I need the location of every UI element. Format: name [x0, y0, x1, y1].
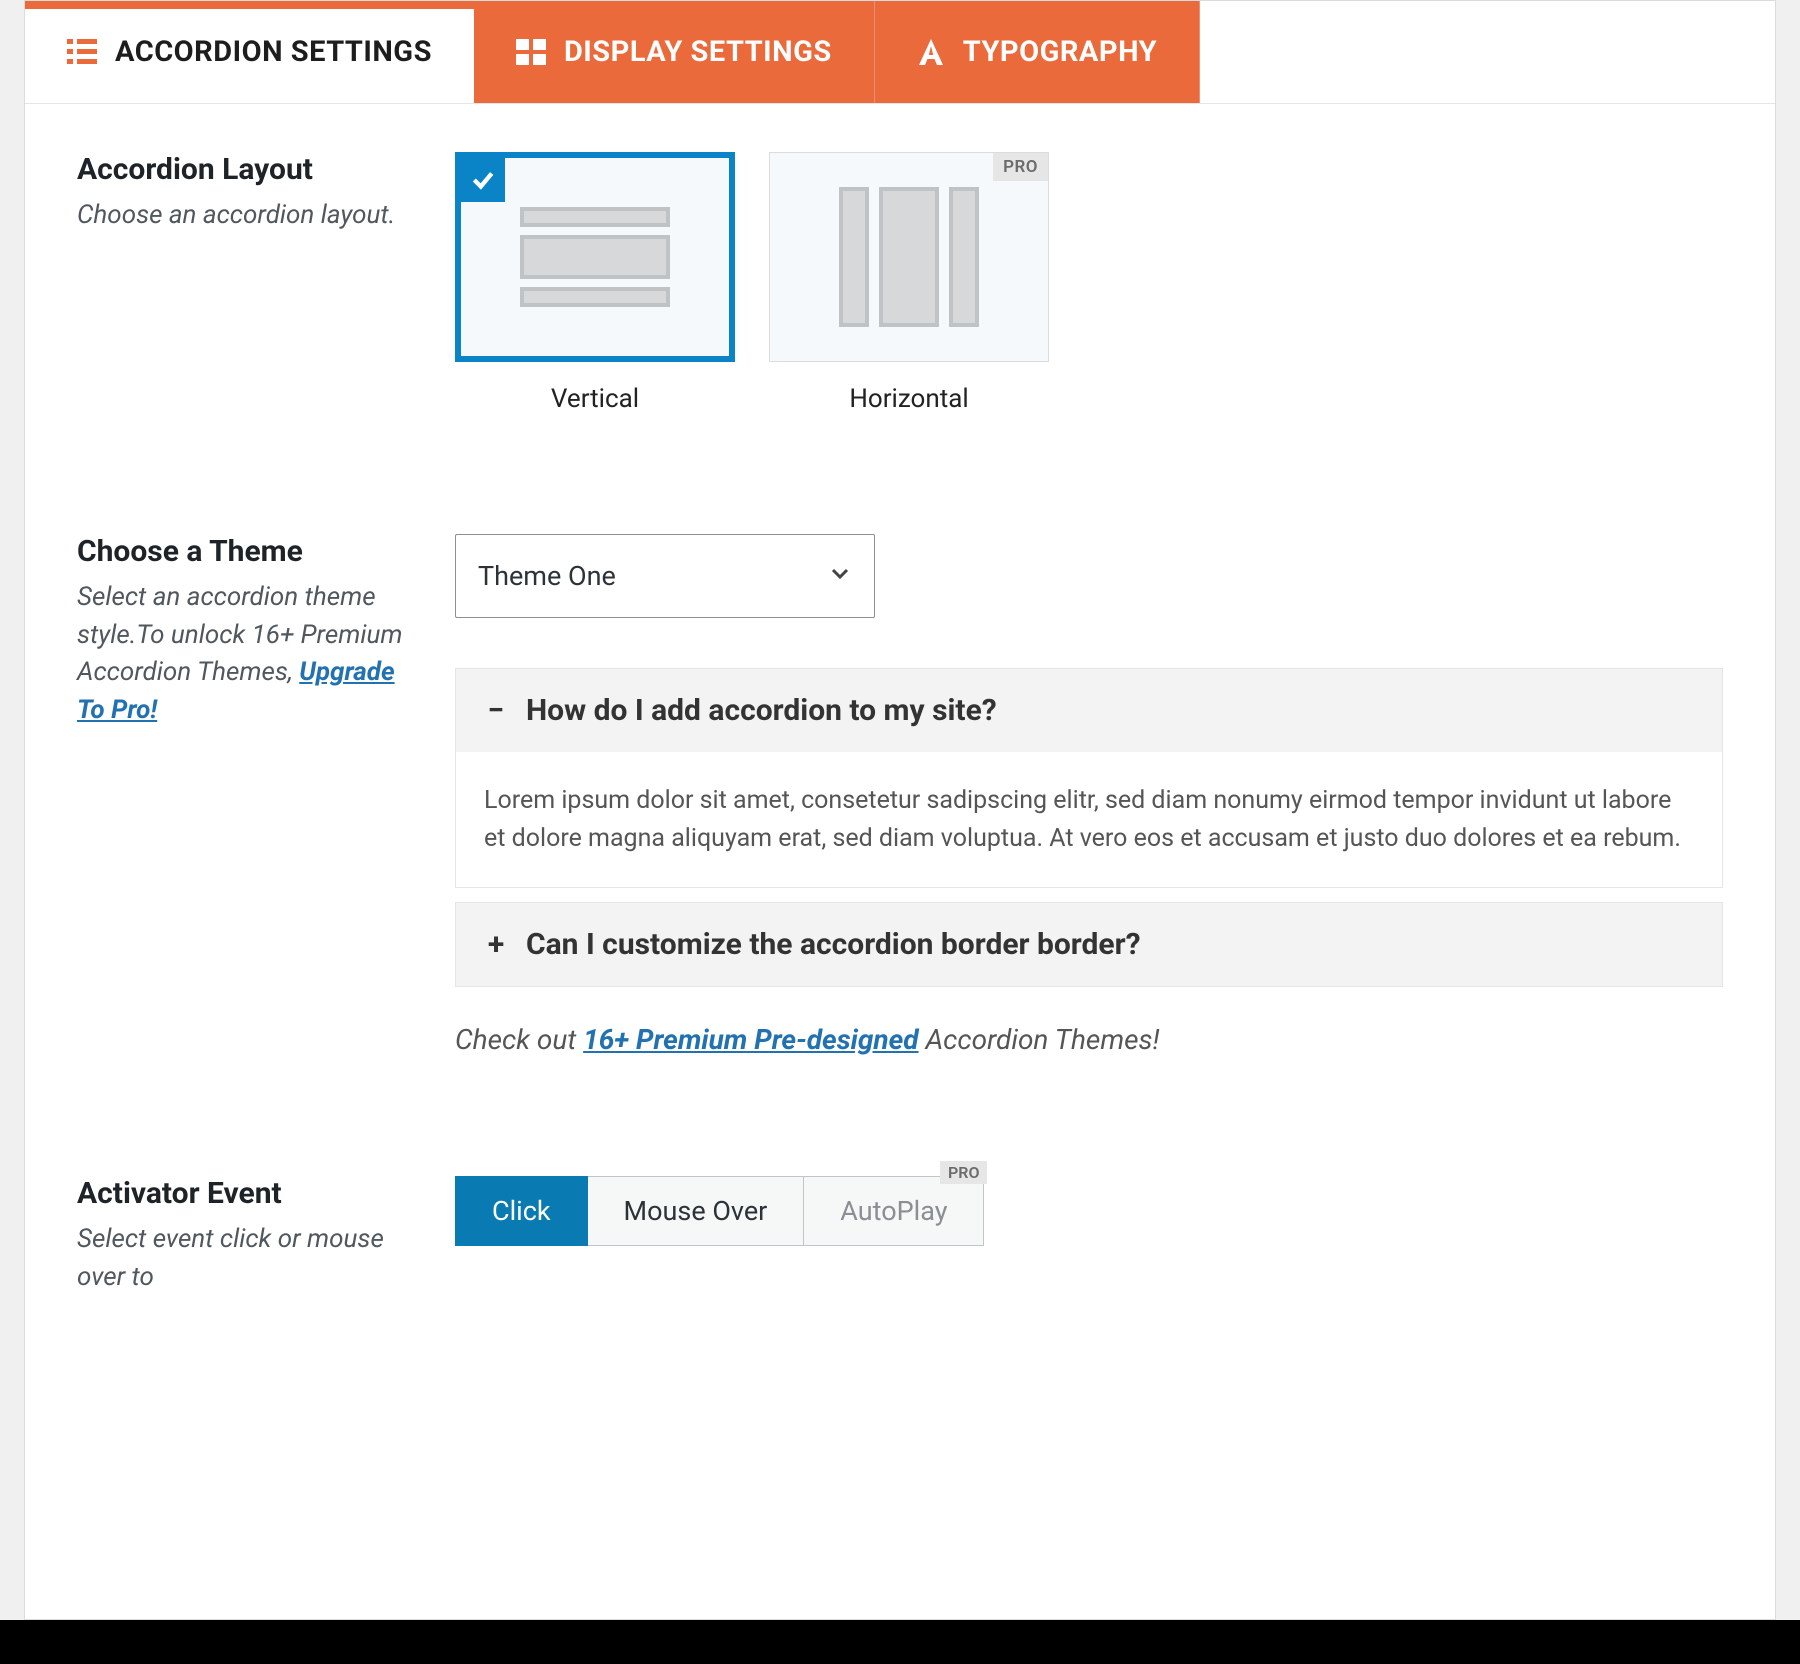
option-label: Horizontal: [769, 384, 1049, 414]
note-text: Accordion Themes!: [919, 1023, 1160, 1056]
accordion-item-header[interactable]: + Can I customize the accordion border b…: [456, 903, 1722, 986]
bottom-bar: [0, 1620, 1800, 1664]
horizontal-glyph: [839, 187, 979, 327]
field-desc: Select an accordion theme style.To unloc…: [77, 579, 427, 730]
tab-label: TYPOGRAPHY: [963, 35, 1157, 69]
activator-autoplay-button[interactable]: PRO AutoPlay: [804, 1176, 984, 1246]
accordion-preview: − How do I add accordion to my site? Lor…: [455, 668, 1723, 987]
select-value: Theme One: [478, 560, 616, 592]
button-label: AutoPlay: [840, 1195, 947, 1227]
vertical-glyph: [520, 207, 670, 307]
tab-typography[interactable]: TYPOGRAPHY: [875, 1, 1200, 103]
field-title: Activator Event: [77, 1176, 427, 1211]
list-icon: [67, 39, 97, 65]
field-desc: Select event click or mouse over to: [77, 1221, 427, 1296]
option-label: Vertical: [455, 384, 735, 414]
tab-accordion-settings[interactable]: ACCORDION SETTINGS: [25, 1, 474, 103]
row-activator-event: Activator Event Select event click or mo…: [77, 1176, 1723, 1296]
activator-mouseover-button[interactable]: Mouse Over: [588, 1176, 805, 1246]
accordion-item-body: Lorem ipsum dolor sit amet, consetetur s…: [456, 752, 1722, 887]
minus-icon: −: [484, 693, 508, 728]
plus-icon: +: [484, 927, 508, 962]
tab-label: DISPLAY SETTINGS: [564, 35, 832, 69]
pro-badge: PRO: [940, 1161, 987, 1184]
layout-option-vertical[interactable]: Vertical: [455, 152, 735, 414]
activator-segmented: Click Mouse Over PRO AutoPlay: [455, 1176, 1723, 1246]
tab-display-settings[interactable]: DISPLAY SETTINGS: [474, 1, 875, 103]
theme-select[interactable]: Theme One: [455, 534, 875, 618]
row-choose-theme: Choose a Theme Select an accordion theme…: [77, 534, 1723, 1056]
field-desc: Choose an accordion layout.: [77, 197, 427, 235]
field-title: Choose a Theme: [77, 534, 427, 569]
typography-icon: [917, 39, 945, 65]
tab-bar: ACCORDION SETTINGS DISPLAY SETTINGS TYPO…: [25, 1, 1775, 104]
accordion-item-title: How do I add accordion to my site?: [526, 693, 997, 728]
check-icon: [461, 158, 505, 202]
chevron-down-icon: [828, 560, 852, 592]
accordion-item-title: Can I customize the accordion border bor…: [526, 927, 1141, 962]
grid-icon: [516, 39, 546, 65]
layout-option-horizontal[interactable]: PRO Horizontal: [769, 152, 1049, 414]
premium-themes-link[interactable]: 16+ Premium Pre-designed: [583, 1023, 918, 1056]
field-title: Accordion Layout: [77, 152, 427, 187]
activator-click-button[interactable]: Click: [455, 1176, 588, 1246]
pro-badge: PRO: [993, 153, 1048, 181]
accordion-item-header[interactable]: − How do I add accordion to my site?: [456, 669, 1722, 752]
note-text: Check out: [455, 1023, 583, 1056]
premium-themes-note: Check out 16+ Premium Pre-designed Accor…: [455, 1023, 1723, 1056]
tab-label: ACCORDION SETTINGS: [115, 35, 432, 69]
row-accordion-layout: Accordion Layout Choose an accordion lay…: [77, 152, 1723, 414]
